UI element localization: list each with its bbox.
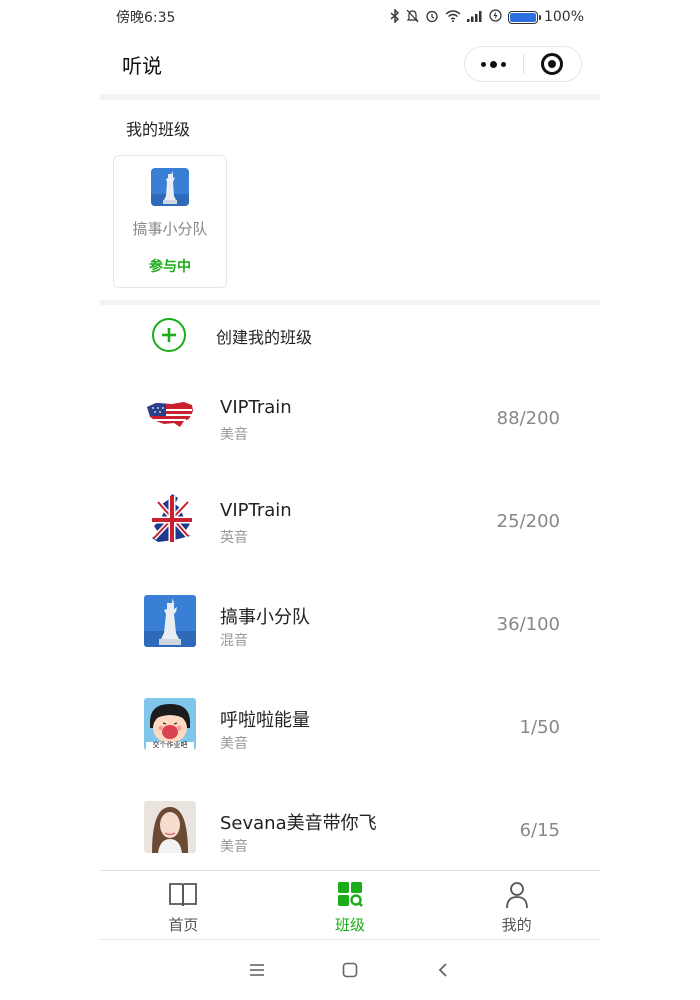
- bottom-tab-bar: 首页 班级 我的: [100, 870, 600, 940]
- battery-icon: [507, 10, 541, 24]
- my-class-card[interactable]: 搞事小分队 参与中: [113, 155, 227, 288]
- title-bar: 听说: [100, 36, 600, 92]
- battery-level-fill: [509, 12, 536, 22]
- member-count: 6/15: [519, 820, 560, 841]
- create-class-button[interactable]: 创建我的班级: [100, 312, 600, 360]
- class-name: Sevana美音带你飞: [220, 813, 377, 834]
- class-name: VIPTrain: [220, 500, 292, 521]
- target-circle-icon: [541, 53, 564, 75]
- list-item[interactable]: VIPTrain 英音 25/200: [100, 468, 600, 568]
- bluetooth-icon: [390, 7, 400, 26]
- signal-icon: [466, 10, 483, 25]
- class-accent: 混音: [220, 633, 248, 649]
- list-item[interactable]: VIPTrain 美音 88/200: [100, 365, 600, 465]
- person-icon: [502, 881, 532, 909]
- class-accent: 美音: [220, 736, 248, 752]
- avatar-caption: 交个作业吧: [152, 741, 188, 749]
- statue-of-liberty-image: [151, 168, 189, 206]
- status-icons: 100%: [390, 7, 584, 26]
- class-accent: 英音: [220, 530, 248, 546]
- list-item[interactable]: 搞事小分队 混音 36/100: [100, 571, 600, 671]
- class-name: 搞事小分队: [220, 607, 310, 628]
- uk-flag-map-image: [144, 492, 196, 544]
- plus-circle-icon: [152, 318, 186, 352]
- more-menu-button[interactable]: [465, 47, 523, 81]
- class-accent: 美音: [220, 427, 248, 443]
- book-icon: [168, 881, 198, 909]
- member-count: 36/100: [496, 614, 560, 635]
- tab-label: 班级: [335, 916, 366, 934]
- close-button[interactable]: [524, 47, 582, 81]
- member-count: 88/200: [496, 408, 560, 429]
- back-chevron-icon[interactable]: [431, 958, 455, 982]
- create-class-label: 创建我的班级: [216, 328, 313, 347]
- wifi-icon: [445, 9, 461, 25]
- section-title: 我的班级: [126, 120, 191, 139]
- list-item[interactable]: Sevana美音带你飞 美音 6/15: [100, 777, 600, 877]
- system-nav-bar: [100, 945, 600, 995]
- grid-search-icon: [335, 881, 365, 909]
- divider: [100, 300, 600, 305]
- status-time: 傍晚6:35: [116, 10, 176, 26]
- mute-icon: [406, 9, 419, 26]
- tab-home[interactable]: 首页: [100, 871, 267, 939]
- statue-of-liberty-image: [144, 595, 196, 647]
- charging-icon: [489, 9, 502, 25]
- tab-label: 首页: [168, 916, 199, 934]
- tab-label: 我的: [501, 916, 532, 934]
- cartoon-girl-image: 交个作业吧: [144, 698, 196, 750]
- status-bar: 傍晚6:35 100%: [116, 6, 584, 28]
- class-name: 呼啦啦能量: [220, 710, 310, 731]
- card-status-badge: 参与中: [149, 259, 191, 275]
- class-name: VIPTrain: [220, 397, 292, 418]
- home-square-icon[interactable]: [338, 958, 362, 982]
- menu-lines-icon[interactable]: [245, 958, 269, 982]
- alarm-icon: [425, 9, 439, 26]
- battery-percent: 100%: [543, 9, 584, 25]
- tab-classes[interactable]: 班级: [267, 871, 434, 939]
- usa-flag-map-image: [144, 389, 196, 441]
- member-count: 25/200: [496, 511, 560, 532]
- class-accent: 美音: [220, 839, 248, 855]
- page-title: 听说: [122, 53, 162, 78]
- phone-screen: 傍晚6:35 100% 听说 我的班级 搞事小分队 参与中 创建我的班级 VIP…: [100, 0, 600, 1000]
- member-count: 1/50: [519, 717, 560, 738]
- more-dots-icon: [481, 60, 507, 68]
- mini-program-capsule: [464, 46, 582, 82]
- list-item[interactable]: 交个作业吧 呼啦啦能量 美音 1/50: [100, 674, 600, 774]
- woman-portrait-image: [144, 801, 196, 853]
- tab-me[interactable]: 我的: [433, 871, 600, 939]
- card-class-name: 搞事小分队: [132, 220, 208, 238]
- my-class-section: 我的班级 搞事小分队 参与中: [100, 100, 600, 300]
